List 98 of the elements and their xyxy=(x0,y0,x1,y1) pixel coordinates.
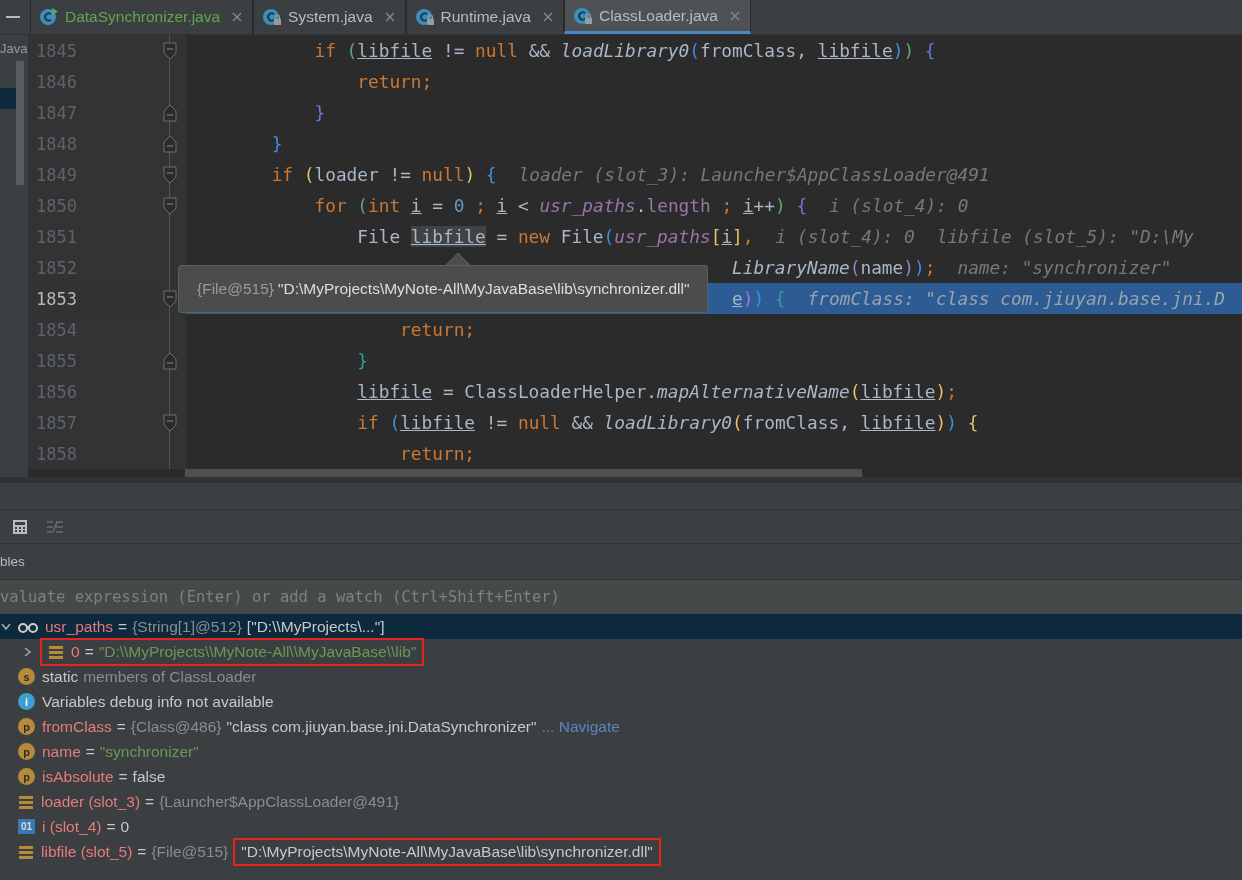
fold-icon[interactable] xyxy=(163,196,177,215)
annotation-box: "D:\MyProjects\MyNote-All\MyJavaBase\lib\synchronizer.dll" xyxy=(233,837,661,866)
glasses-icon xyxy=(18,620,38,633)
list-icon[interactable] xyxy=(46,518,64,535)
variable-name: usr_paths xyxy=(45,617,114,636)
code-line: libfile = ClassLoaderHelper.mapAlternativeName(libfile); xyxy=(357,381,957,402)
scrollbar-thumb[interactable] xyxy=(16,61,24,185)
variable-value: "synchronizer" xyxy=(99,742,199,761)
equals-sign: = xyxy=(106,817,116,836)
horizontal-scrollbar[interactable] xyxy=(185,469,862,477)
expand-icon[interactable] xyxy=(24,646,32,657)
code-line: if (libfile != null && loadLibrary0(fromClass, libfile)) { xyxy=(314,40,936,61)
variable-type: {File@515} xyxy=(151,842,229,861)
equals-sign: = xyxy=(118,767,128,786)
fold-icon[interactable] xyxy=(163,351,177,370)
info-message: Variables debug info not available xyxy=(42,692,274,711)
file-tab[interactable]: ClassLoader.java xyxy=(564,0,751,34)
equals-sign: = xyxy=(84,642,94,661)
code-line: return; xyxy=(357,71,433,92)
variable-value: "class com.jiuyan.base.jni.DataSynchronizer" xyxy=(226,717,537,736)
minimize-icon[interactable] xyxy=(6,15,20,19)
info-badge: i xyxy=(18,693,35,710)
primitive-badge: 01 xyxy=(18,819,35,834)
inline-value-hint: libfile (slot_5): "D:\My xyxy=(936,226,1194,247)
variable-value: false xyxy=(132,767,166,786)
variable-type: {String[1]@512} xyxy=(132,617,242,636)
equals-sign: = xyxy=(137,842,147,861)
variable-name: libfile (slot_5) xyxy=(41,842,133,861)
variable-row[interactable]: p fromClass = {Class@486} "class com.jiuyan.base.jni.DataSynchronizer" ... Navigate xyxy=(0,714,1242,739)
code-line: return; xyxy=(400,319,476,340)
variable-row[interactable]: p name = "synchronizer" xyxy=(0,739,1242,764)
code-line: if (loader != null) { xyxy=(271,164,497,185)
code-line: LibraryName(name)); xyxy=(731,257,936,278)
param-badge: p xyxy=(18,718,35,735)
variable-row[interactable]: s static members of ClassLoader xyxy=(0,664,1242,689)
variable-type: {Class@486} xyxy=(130,717,222,736)
collapse-icon[interactable] xyxy=(1,622,11,631)
fold-icon[interactable] xyxy=(163,41,177,60)
project-label: Java xyxy=(0,41,28,56)
variable-row[interactable]: 01 i (slot_4) = 0 xyxy=(0,814,1242,839)
code-line: } xyxy=(314,102,326,123)
inline-value-hint: name: "synchronizer" xyxy=(957,257,1172,278)
close-icon[interactable] xyxy=(232,12,243,22)
field-stack-icon xyxy=(48,643,64,660)
equals-sign: = xyxy=(116,717,126,736)
variable-row[interactable]: i Variables debug info not available xyxy=(0,689,1242,714)
variable-name: 0 xyxy=(71,642,80,661)
static-badge: s xyxy=(18,668,35,685)
inline-value-hint: fromClass: "class com.jiuyan.base.jni.D xyxy=(807,288,1226,309)
close-icon[interactable] xyxy=(384,12,395,22)
variables-tab[interactable]: bles xyxy=(0,554,25,569)
code-line: if (libfile != null && loadLibrary0(fromClass, libfile)) { xyxy=(357,412,979,433)
evaluate-field[interactable]: valuate expression (Enter) or add a watch (Ctrl+Shift+Enter) xyxy=(0,580,1242,614)
variable-row[interactable]: loader (slot_3) = {Launcher$AppClassLoader@491} xyxy=(0,789,1242,814)
variable-row[interactable]: usr_paths = {String[1]@512} ["D:\\MyProjects\..."] xyxy=(0,614,1242,639)
close-icon[interactable] xyxy=(729,10,740,21)
equals-sign: = xyxy=(118,617,128,636)
code-line: for (int i = 0 ; i < usr_paths.length ; i++) { xyxy=(314,195,808,216)
calculator-icon[interactable] xyxy=(12,518,28,535)
code-line: } xyxy=(271,133,283,154)
fold-icon[interactable] xyxy=(163,134,177,153)
param-badge: p xyxy=(18,743,35,760)
variable-row[interactable]: 0 = "D:\\MyProjects\\MyNote-All\\MyJavaBase\\lib" xyxy=(0,639,1242,664)
param-badge: p xyxy=(18,768,35,785)
variable-value: ["D:\\MyProjects\..."] xyxy=(246,617,385,636)
inline-value-hint: loader (slot_3): Launcher$AppClassLoader@491 xyxy=(518,164,990,185)
code-line: e)) { xyxy=(731,288,786,309)
file-tab[interactable]: Runtime.java xyxy=(405,0,564,34)
variable-value: "D:\\MyProjects\\MyNote-All\\MyJavaBase\\lib" xyxy=(98,642,417,661)
field-stack-icon xyxy=(18,793,34,810)
variable-note: members of ClassLoader xyxy=(83,667,257,686)
variable-name: static xyxy=(42,667,79,686)
inline-value-hint: i (slot_4): 0 xyxy=(775,226,915,247)
variable-row[interactable]: p isAbsolute = false xyxy=(0,764,1242,789)
selection-bar xyxy=(0,88,16,109)
fold-icon[interactable] xyxy=(163,165,177,184)
code-line: } xyxy=(357,350,368,371)
fold-icon[interactable] xyxy=(163,103,177,122)
variable-name: loader (slot_3) xyxy=(41,792,141,811)
code-line: File libfile = new File(usr_paths[i], xyxy=(357,226,754,247)
equals-sign: = xyxy=(85,742,95,761)
line-number: 1853 xyxy=(28,283,154,314)
equals-sign: = xyxy=(145,792,155,811)
fold-icon[interactable] xyxy=(163,413,177,432)
variable-type: {Launcher$AppClassLoader@491} xyxy=(159,792,399,811)
variable-row[interactable]: libfile (slot_5) = {File@515} "D:\MyProjects\MyNote-All\MyJavaBase\lib\synchronizer.dll" xyxy=(0,839,1242,864)
close-icon[interactable] xyxy=(543,12,553,22)
file-tab[interactable]: DataSynchronizer.java xyxy=(30,0,254,34)
file-tab[interactable]: System.java xyxy=(253,0,406,34)
fold-icon[interactable] xyxy=(163,289,177,308)
variable-name: isAbsolute xyxy=(42,767,114,786)
variable-name: i (slot_4) xyxy=(42,817,102,836)
field-stack-icon xyxy=(18,843,34,860)
variable-value: 0 xyxy=(120,817,130,836)
variable-name: fromClass xyxy=(42,717,112,736)
variable-name: name xyxy=(42,742,81,761)
inline-value-hint: i (slot_4): 0 xyxy=(829,195,969,216)
code-line: return; xyxy=(400,443,476,464)
